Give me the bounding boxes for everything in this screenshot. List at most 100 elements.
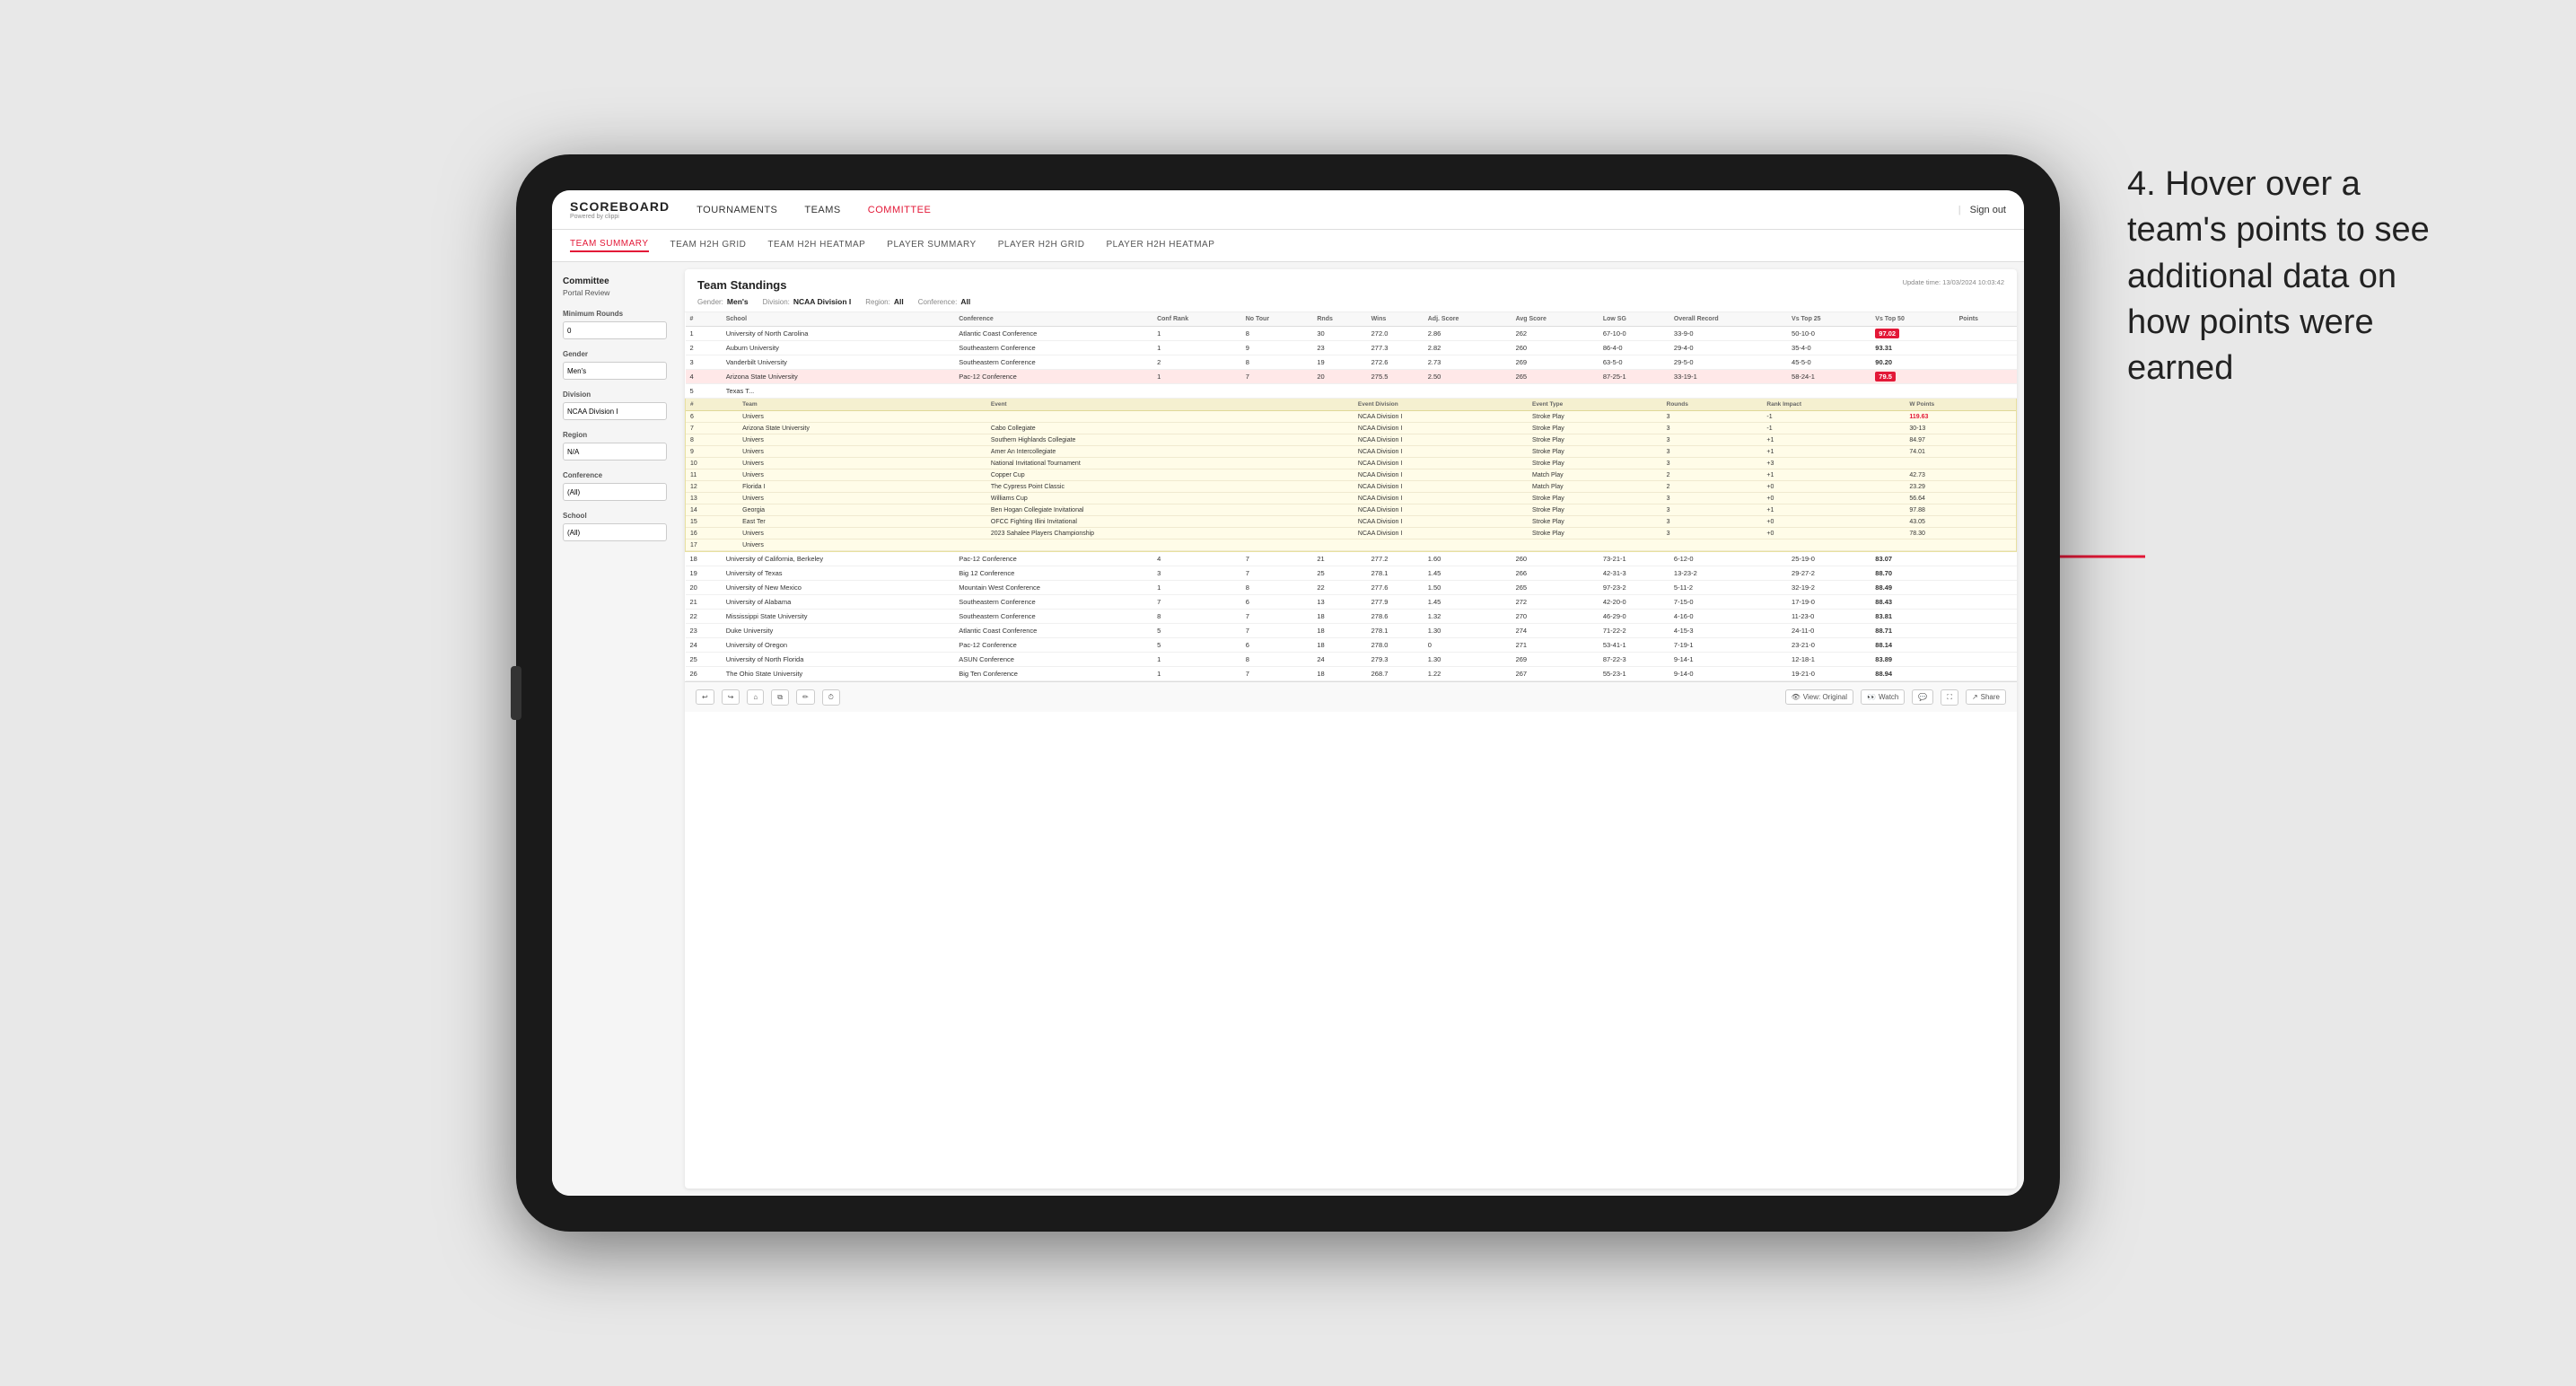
table-row[interactable]: 4 Arizona State University Pac-12 Confer…	[686, 370, 2017, 384]
subnav-team-summary[interactable]: TEAM SUMMARY	[570, 239, 649, 252]
cell-school: Duke University	[722, 624, 955, 638]
sidebar-min-rounds-input[interactable]	[563, 321, 667, 339]
table-row[interactable]: 19 University of Texas Big 12 Conference…	[686, 566, 2017, 581]
col-conference: Conference	[954, 312, 1152, 327]
tooltip-cell-type: Stroke Play	[1528, 504, 1662, 516]
tooltip-cell-rounds: 3	[1662, 423, 1763, 434]
filter-region: Region: All	[865, 297, 903, 306]
tooltip-row[interactable]: 12 Florida I The Cypress Point Classic N…	[686, 481, 2016, 493]
filter-division: Division: NCAA Division I	[763, 297, 852, 306]
cell-points[interactable]: 83.89	[1871, 653, 1954, 667]
tooltip-cell-type: Stroke Play	[1528, 493, 1662, 504]
tooltip-cell-num: 15	[686, 516, 738, 528]
tooltip-cell-team: Univers	[738, 528, 986, 539]
tooltip-cell-division	[1354, 539, 1528, 551]
tooltip-col-num: #	[686, 399, 738, 411]
table-row[interactable]: 18 University of California, Berkeley Pa…	[686, 552, 2017, 566]
table-row[interactable]: 3 Vanderbilt University Southeastern Con…	[686, 355, 2017, 370]
cell-points[interactable]: 88.94	[1871, 667, 1954, 681]
expand-button[interactable]: ⛶	[1941, 689, 1958, 706]
share-button[interactable]: ↗ Share	[1966, 689, 2006, 705]
tablet-frame: SCOREBOARD Powered by clippi TOURNAMENTS…	[516, 154, 2060, 1232]
tooltip-cell-division: NCAA Division I	[1354, 516, 1528, 528]
table-row[interactable]: 22 Mississippi State University Southeas…	[686, 610, 2017, 624]
tooltip-row[interactable]: 10 Univers National Invitational Tournam…	[686, 458, 2016, 469]
cell-points[interactable]	[1955, 327, 2017, 341]
tooltip-row[interactable]: 15 East Ter OFCC Fighting Illini Invitat…	[686, 516, 2016, 528]
tooltip-cell-num: 13	[686, 493, 738, 504]
clock-button[interactable]: ⏱	[822, 689, 840, 706]
draw-button[interactable]: ✏	[796, 689, 815, 705]
sidebar-gender-select[interactable]: Men's	[563, 362, 667, 380]
table-row[interactable]: 5 Texas T...	[686, 384, 2017, 399]
cell-points[interactable]: 79.5	[1871, 370, 1954, 384]
cell-points[interactable]: 88.49	[1871, 581, 1954, 595]
sidebar-conference-select[interactable]: (All)	[563, 483, 667, 501]
tooltip-cell-division: NCAA Division I	[1354, 411, 1528, 423]
table-row[interactable]: 20 University of New Mexico Mountain Wes…	[686, 581, 2017, 595]
cell-school: Vanderbilt University	[722, 355, 955, 370]
annotation-text: 4. Hover over a team's points to see add…	[2127, 162, 2450, 391]
tooltip-cell-num: 8	[686, 434, 738, 446]
view-original-button[interactable]: 👁 View: Original	[1785, 689, 1853, 705]
home-button[interactable]: ⌂	[747, 689, 764, 705]
standings-title: Team Standings	[697, 278, 2004, 292]
sign-out-link[interactable]: Sign out	[1970, 205, 2006, 215]
nav-committee[interactable]: COMMITTEE	[868, 205, 932, 215]
tooltip-cell-division: NCAA Division I	[1354, 504, 1528, 516]
tooltip-row[interactable]: 11 Univers Copper Cup NCAA Division I Ma…	[686, 469, 2016, 481]
sidebar-region-select[interactable]: N/A	[563, 443, 667, 461]
subnav-player-h2h-grid[interactable]: PLAYER H2H GRID	[998, 240, 1085, 251]
tooltip-cell-points: 43.05	[1905, 516, 2016, 528]
table-row[interactable]: 21 University of Alabama Southeastern Co…	[686, 595, 2017, 610]
tooltip-table-header: # Team Event Event Division Event Type R…	[686, 399, 2016, 411]
watch-button[interactable]: 👀 Watch	[1861, 689, 1905, 705]
table-row[interactable]: 1 University of North Carolina Atlantic …	[686, 327, 2017, 341]
feedback-button[interactable]: 💬	[1912, 689, 1933, 705]
table-row[interactable]: 25 University of North Florida ASUN Conf…	[686, 653, 2017, 667]
cell-points[interactable]: 83.07	[1871, 552, 1954, 566]
sidebar-division-select[interactable]: NCAA Division I	[563, 402, 667, 420]
subnav-team-h2h-heatmap[interactable]: TEAM H2H HEATMAP	[767, 240, 865, 251]
points-highlight: 97.02	[1875, 329, 1899, 338]
cell-points[interactable]: 88.43	[1871, 595, 1954, 610]
cell-vs25: 35-4-0	[1787, 341, 1871, 355]
table-row[interactable]: 2 Auburn University Southeastern Confere…	[686, 341, 2017, 355]
cell-points[interactable]: 88.70	[1871, 566, 1954, 581]
tooltip-row[interactable]: 13 Univers Williams Cup NCAA Division I …	[686, 493, 2016, 504]
subnav-player-h2h-heatmap[interactable]: PLAYER H2H HEATMAP	[1107, 240, 1215, 251]
undo-button[interactable]: ↩	[696, 689, 714, 705]
sidebar-school-select[interactable]: (All)	[563, 523, 667, 541]
tooltip-cell-type: Stroke Play	[1528, 516, 1662, 528]
table-row[interactable]: 23 Duke University Atlantic Coast Confer…	[686, 624, 2017, 638]
tooltip-row[interactable]: 6 Univers NCAA Division I Stroke Play 3 …	[686, 411, 2016, 423]
tooltip-cell-points: 119.63	[1905, 411, 2016, 423]
tooltip-row[interactable]: 7 Arizona State University Cabo Collegia…	[686, 423, 2016, 434]
cell-points[interactable]: 88.71	[1871, 624, 1954, 638]
tooltip-cell-event	[986, 539, 1354, 551]
tooltip-cell-team: Arizona State University	[738, 423, 986, 434]
tooltip-row[interactable]: 16 Univers 2023 Sahalee Players Champion…	[686, 528, 2016, 539]
filter-row: Gender: Men's Division: NCAA Division I …	[697, 297, 2004, 306]
cell-points[interactable]: 93.31	[1871, 341, 1954, 355]
subnav-team-h2h-grid[interactable]: TEAM H2H GRID	[670, 240, 747, 251]
cell-points[interactable]: 88.14	[1871, 638, 1954, 653]
cell-vs25: 58-24-1	[1787, 370, 1871, 384]
copy-button[interactable]: ⧉	[771, 689, 789, 706]
tooltip-row[interactable]: 17 Univers	[686, 539, 2016, 551]
table-row[interactable]: 26 The Ohio State University Big Ten Con…	[686, 667, 2017, 681]
tooltip-row[interactable]: 8 Univers Southern Highlands Collegiate …	[686, 434, 2016, 446]
tooltip-cell-type: Stroke Play	[1528, 423, 1662, 434]
nav-tournaments[interactable]: TOURNAMENTS	[697, 205, 777, 215]
cell-school: University of Alabama	[722, 595, 955, 610]
subnav-player-summary[interactable]: PLAYER SUMMARY	[887, 240, 976, 251]
filter-region-label: Region:	[865, 298, 890, 306]
cell-points[interactable]: 83.81	[1871, 610, 1954, 624]
table-row[interactable]: 24 University of Oregon Pac-12 Conferenc…	[686, 638, 2017, 653]
cell-points[interactable]: 90.20	[1871, 355, 1954, 370]
redo-button[interactable]: ↪	[722, 689, 740, 705]
nav-teams[interactable]: TEAMS	[804, 205, 840, 215]
tooltip-cell-rank: +0	[1762, 481, 1905, 493]
tooltip-row[interactable]: 9 Univers Amer An Intercollegiate NCAA D…	[686, 446, 2016, 458]
tooltip-row[interactable]: 14 Georgia Ben Hogan Collegiate Invitati…	[686, 504, 2016, 516]
